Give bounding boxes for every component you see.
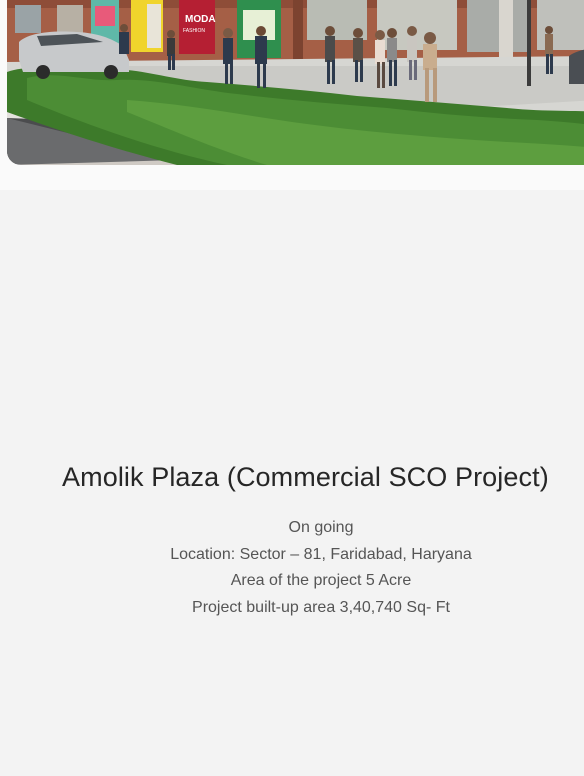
project-area: Area of the project 5 Acre bbox=[230, 572, 412, 589]
project-built-up-area: Project built-up area 3,40,740 Sq- Ft bbox=[192, 598, 450, 616]
project-info-section: Amolik Plaza (Commercial SCO Project) On… bbox=[0, 190, 584, 776]
page: MODA FASHION Amolik Plaza (Commercial SC… bbox=[0, 0, 584, 776]
project-location: Location: Sector – 81, Faridabad, Haryan… bbox=[170, 545, 472, 563]
shop-sign-moda: MODA bbox=[185, 14, 216, 25]
project-render-image: MODA FASHION bbox=[7, 0, 584, 165]
project-details: On going Location: Sector – 81, Faridaba… bbox=[0, 515, 584, 621]
shop-sign-fashion: FASHION bbox=[183, 28, 205, 34]
project-status: On going bbox=[288, 519, 354, 536]
project-title: Amolik Plaza (Commercial SCO Project) bbox=[62, 462, 549, 492]
